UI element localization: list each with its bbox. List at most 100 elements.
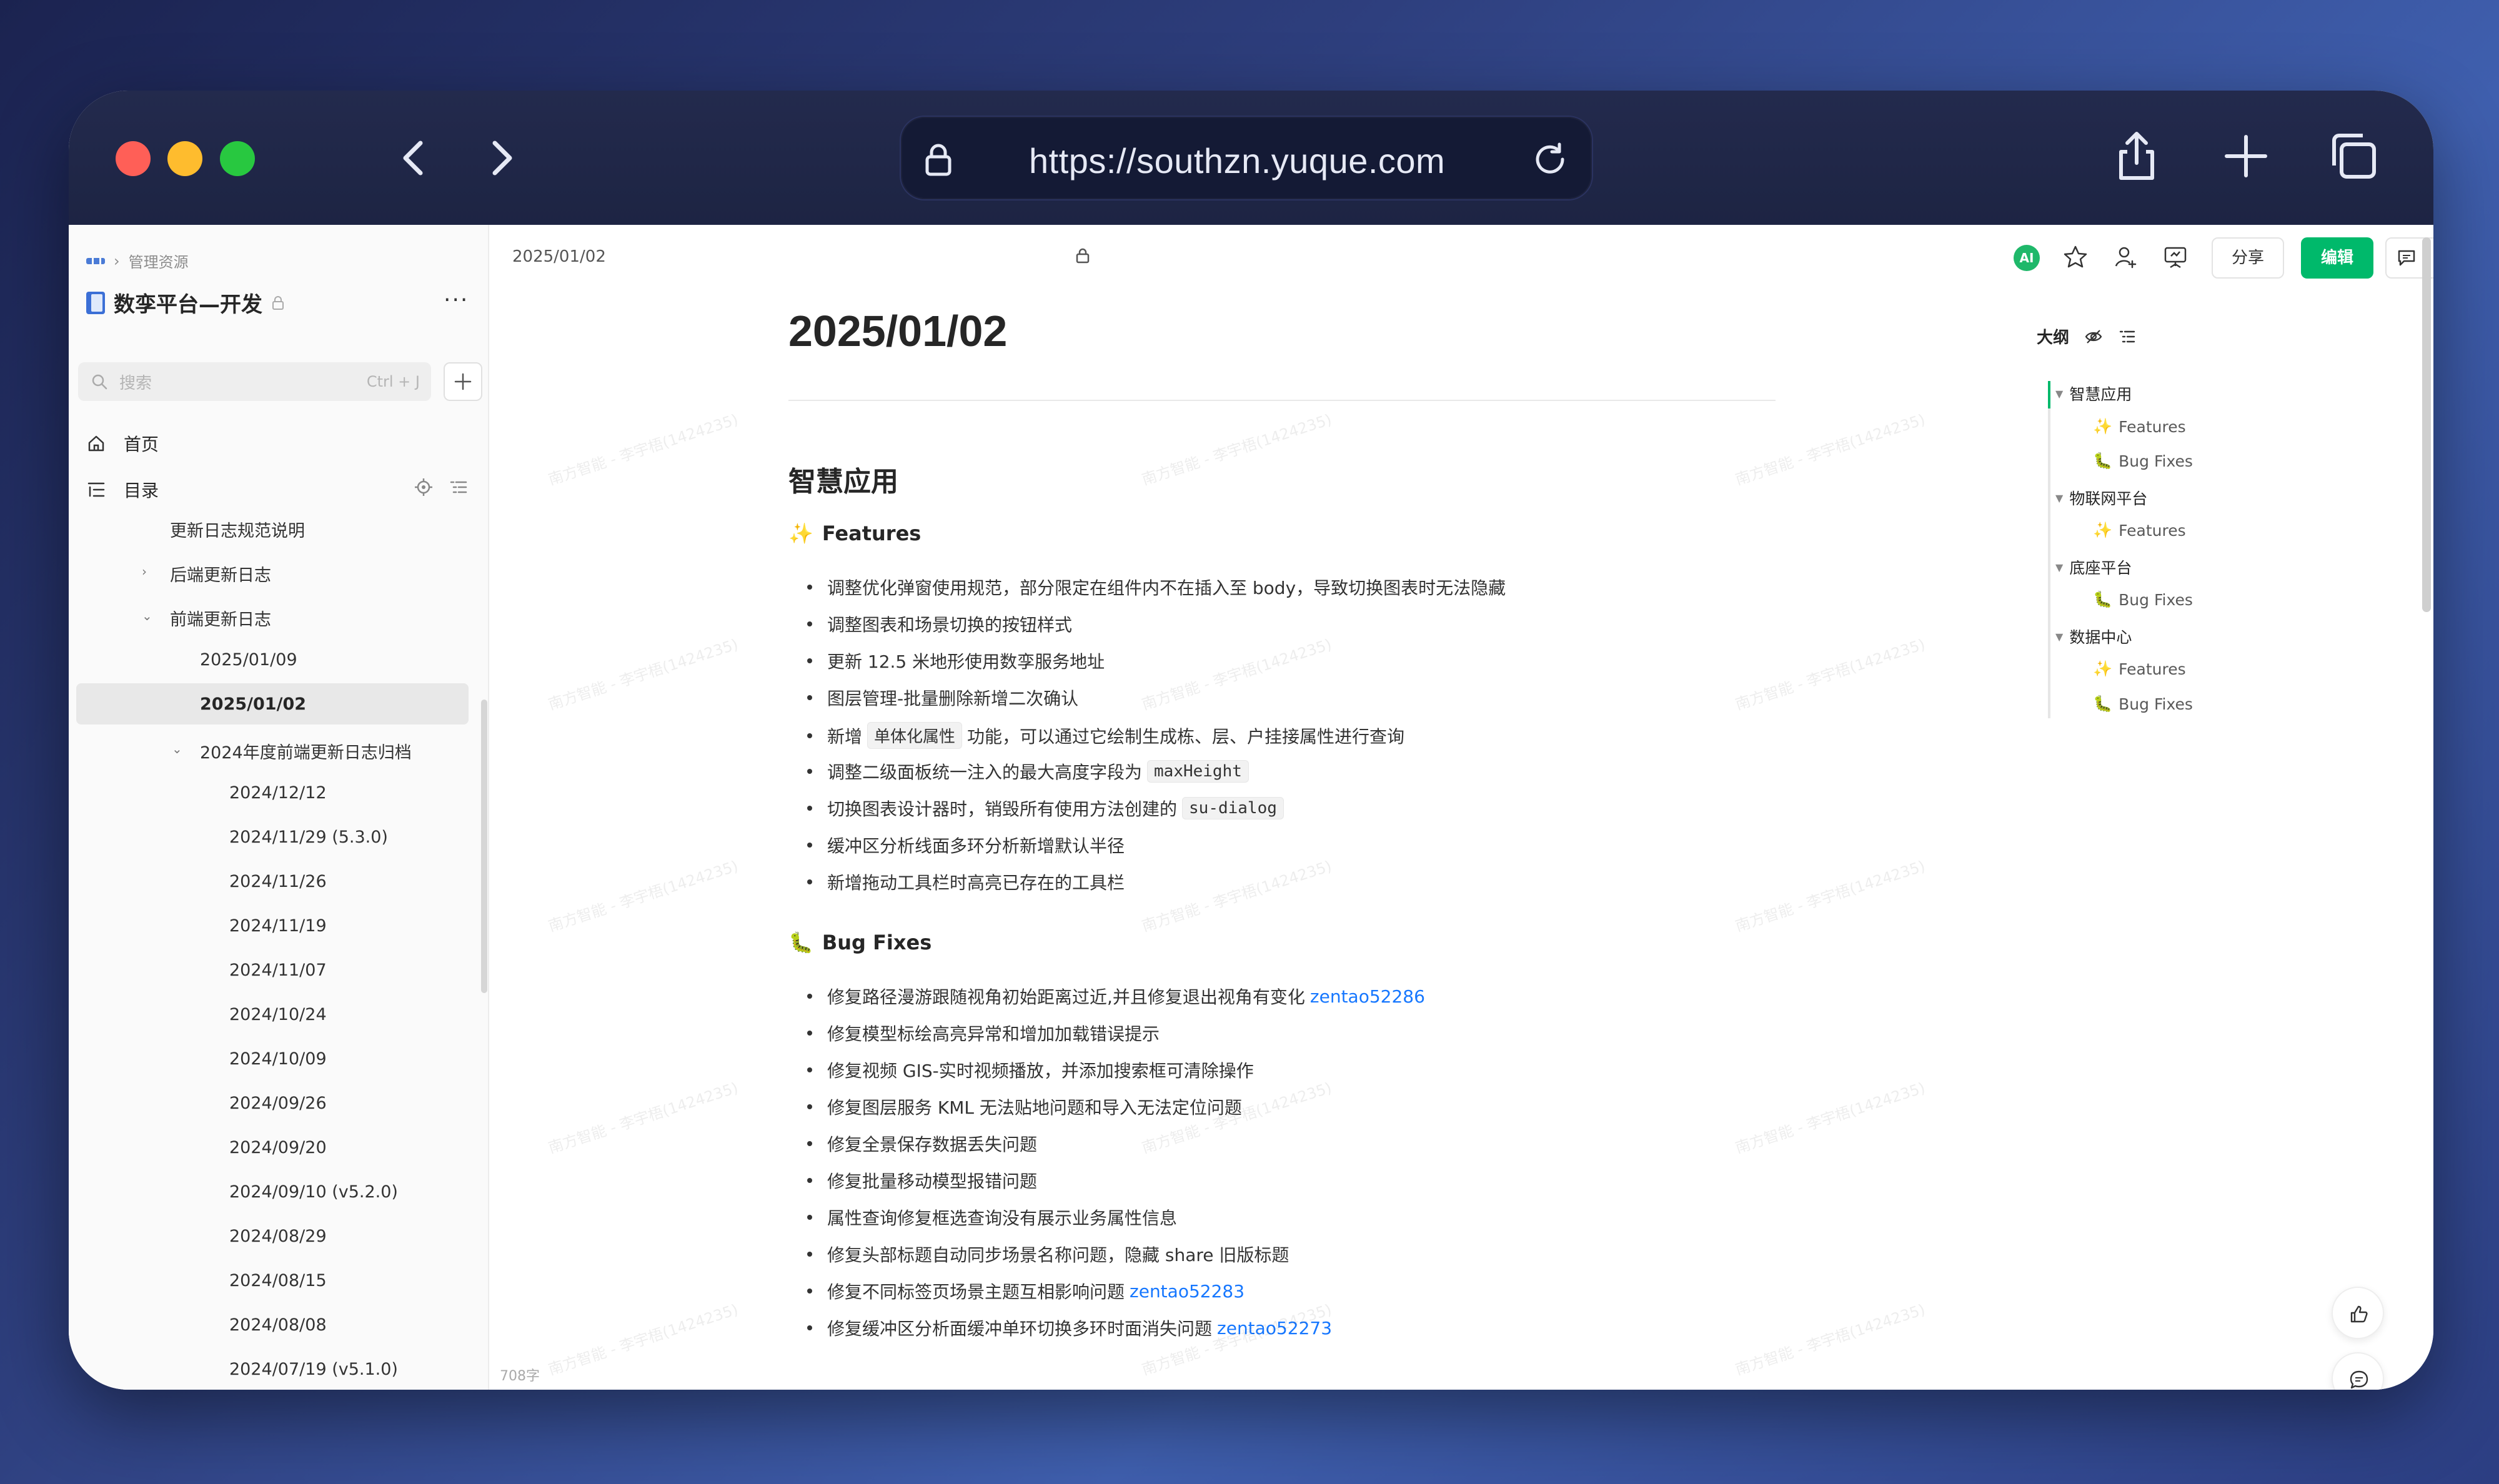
chevron-down-icon[interactable]: ⌄ bbox=[172, 741, 182, 756]
tab-overview-icon[interactable] bbox=[2325, 128, 2382, 184]
add-collaborator-icon[interactable] bbox=[2112, 244, 2139, 271]
outline-list-icon[interactable] bbox=[2118, 327, 2137, 346]
list-item-text: 更新 12.5 米地形使用数孪服务地址 bbox=[827, 651, 1105, 672]
tree-item[interactable]: 后端更新日志 bbox=[170, 561, 271, 586]
caret-down-icon[interactable]: ▼ bbox=[2055, 631, 2063, 643]
list-collapse-icon[interactable] bbox=[449, 477, 469, 497]
issue-link[interactable]: zentao52283 bbox=[1130, 1281, 1245, 1302]
outline-item[interactable]: ✨ Features bbox=[2093, 521, 2186, 540]
new-tab-icon[interactable] bbox=[2218, 128, 2274, 184]
tree-item[interactable]: 2025/01/02 bbox=[200, 695, 306, 714]
tree-item[interactable]: 2024/10/24 bbox=[229, 1005, 327, 1024]
tree-item[interactable]: 2024/08/08 bbox=[229, 1315, 327, 1335]
issue-link[interactable]: zentao52273 bbox=[1217, 1318, 1332, 1338]
outline-item[interactable]: ▼ 数据中心 bbox=[2055, 625, 2132, 648]
share-icon[interactable] bbox=[2109, 128, 2165, 184]
tree-item[interactable]: 2024/10/09 bbox=[229, 1049, 327, 1069]
outline-item[interactable]: ✨ Features bbox=[2093, 660, 2186, 678]
hide-outline-icon[interactable] bbox=[2084, 327, 2103, 346]
outline-item-label: Features bbox=[2119, 521, 2186, 540]
outline-item-label: Features bbox=[2119, 417, 2186, 436]
outline-item-label: Bug Fixes bbox=[2119, 452, 2193, 470]
tree-item[interactable]: 2024/12/12 bbox=[229, 783, 327, 803]
outline-item-label: 底座平台 bbox=[2069, 559, 2132, 577]
sidebar: › 管理资源 数孪平台—开发 ··· 搜索 Ctrl + J 首页 目录 更新日… bbox=[69, 225, 489, 1390]
add-button[interactable] bbox=[444, 362, 482, 401]
more-options-icon[interactable]: ··· bbox=[444, 287, 469, 313]
close-window-button[interactable] bbox=[116, 141, 151, 176]
tree-item[interactable]: 2024/07/19 (v5.1.0) bbox=[229, 1360, 398, 1379]
watermark-text: 南方智能 - 李宇梧(1424235) bbox=[546, 1300, 740, 1379]
chevron-right-icon[interactable]: › bbox=[142, 564, 147, 579]
share-button[interactable]: 分享 bbox=[2212, 237, 2284, 279]
sidebar-item-home[interactable]: 首页 bbox=[86, 431, 159, 456]
outline-item[interactable]: ▼ 智慧应用 bbox=[2055, 382, 2132, 405]
outline-item[interactable]: 🐛 Bug Fixes bbox=[2093, 590, 2193, 609]
tree-item[interactable]: 2024/11/29 (5.3.0) bbox=[229, 828, 388, 847]
locate-icon[interactable] bbox=[414, 477, 434, 497]
page-scrollbar[interactable] bbox=[2420, 237, 2433, 625]
sparkles-icon: ✨ bbox=[788, 522, 813, 545]
zoom-window-button[interactable] bbox=[220, 141, 255, 176]
chevron-down-icon[interactable]: ⌄ bbox=[142, 608, 152, 623]
watermark-text: 南方智能 - 李宇梧(1424235) bbox=[1140, 857, 1334, 936]
features-heading-text: Features bbox=[822, 522, 922, 545]
minimize-window-button[interactable] bbox=[167, 141, 202, 176]
address-bar[interactable]: https://southzn.yuque.com bbox=[900, 116, 1593, 200]
thumbs-up-icon bbox=[2350, 1305, 2368, 1323]
lock-icon bbox=[1076, 248, 1090, 264]
list-item: 调整二级面板统一注入的最大高度字段为 maxHeight bbox=[807, 759, 1254, 784]
edit-button[interactable]: 编辑 bbox=[2301, 237, 2373, 279]
comment-float-button[interactable] bbox=[2332, 1352, 2384, 1390]
tree-item[interactable]: 2024/09/26 bbox=[229, 1094, 327, 1113]
list-item-text: 修复视频 GIS-实时视频播放，并添加搜索框可清除操作 bbox=[827, 1061, 1254, 1081]
bugfix-heading-text: Bug Fixes bbox=[822, 931, 932, 954]
tree-item[interactable]: 更新日志规范说明 bbox=[170, 517, 305, 542]
reload-icon[interactable] bbox=[1530, 139, 1570, 179]
breadcrumb[interactable]: › 管理资源 bbox=[86, 250, 189, 272]
breadcrumb-label[interactable]: 管理资源 bbox=[129, 250, 189, 272]
comment-icon[interactable] bbox=[2395, 246, 2418, 269]
outline-item[interactable]: 🐛 Bug Fixes bbox=[2093, 695, 2193, 713]
features-heading: ✨ Features bbox=[788, 522, 921, 545]
outline-item-label: 物联网平台 bbox=[2069, 490, 2148, 508]
tree-item[interactable]: 2024/11/07 bbox=[229, 961, 327, 980]
caret-down-icon[interactable]: ▼ bbox=[2055, 492, 2063, 504]
outline-item[interactable]: ✨ Features bbox=[2093, 417, 2186, 436]
caret-down-icon[interactable]: ▼ bbox=[2055, 388, 2063, 400]
star-icon[interactable] bbox=[2062, 244, 2089, 271]
issue-link[interactable]: zentao52286 bbox=[1310, 986, 1425, 1007]
space-title[interactable]: 数孪平台—开发 bbox=[86, 287, 285, 318]
home-icon bbox=[88, 435, 104, 452]
like-button[interactable] bbox=[2332, 1287, 2384, 1339]
sidebar-scrollbar[interactable] bbox=[481, 700, 487, 993]
lock-icon bbox=[925, 144, 951, 176]
tree-item[interactable]: 2024/08/29 bbox=[229, 1227, 327, 1246]
list-item-text: 属性查询修复框选查询没有展示业务属性信息 bbox=[827, 1208, 1178, 1229]
tree-item[interactable]: 2025/01/09 bbox=[200, 650, 297, 670]
list-item: 修复路径漫游跟随视角初始距离过近,并且修复退出视角有变化 zentao52286 bbox=[807, 984, 1425, 1009]
tree-item[interactable]: 2024/09/10 (v5.2.0) bbox=[229, 1182, 398, 1202]
list-item-text: 修复头部标题自动同步场景名称问题，隐藏 share 旧版标题 bbox=[827, 1245, 1289, 1265]
word-count: 708字 bbox=[500, 1368, 540, 1384]
list-item-text: 图层管理-批量删除新增二次确认 bbox=[827, 688, 1079, 709]
outline-item[interactable]: ▼ 底座平台 bbox=[2055, 556, 2132, 578]
caret-down-icon[interactable]: ▼ bbox=[2055, 561, 2063, 573]
search-input[interactable]: 搜索 Ctrl + J bbox=[78, 362, 431, 401]
outline-item[interactable]: ▼ 物联网平台 bbox=[2055, 487, 2147, 509]
tree-item[interactable]: 2024/09/20 bbox=[229, 1138, 327, 1157]
list-item: 切换图表设计器时，销毁所有使用方法创建的 su-dialog bbox=[807, 796, 1289, 821]
sidebar-item-toc[interactable]: 目录 bbox=[86, 477, 159, 502]
tree-item[interactable]: 前端更新日志 bbox=[170, 606, 271, 630]
tree-item[interactable]: 2024年度前端更新日志归档 bbox=[200, 739, 412, 763]
tree-item[interactable]: 2024/08/15 bbox=[229, 1271, 327, 1290]
forward-button[interactable] bbox=[475, 133, 525, 183]
back-button[interactable] bbox=[390, 133, 440, 183]
list-item: 修复视频 GIS-实时视频播放，并添加搜索框可清除操作 bbox=[807, 1057, 1254, 1082]
outline-item[interactable]: 🐛 Bug Fixes bbox=[2093, 452, 2193, 470]
presentation-icon[interactable] bbox=[2162, 244, 2189, 271]
ai-assistant-button[interactable]: AI bbox=[2014, 245, 2040, 271]
tree-item[interactable]: 2024/11/26 bbox=[229, 872, 327, 891]
tree-item[interactable]: 2024/11/19 bbox=[229, 916, 327, 936]
page-scrollbar-thumb[interactable] bbox=[2422, 237, 2431, 612]
